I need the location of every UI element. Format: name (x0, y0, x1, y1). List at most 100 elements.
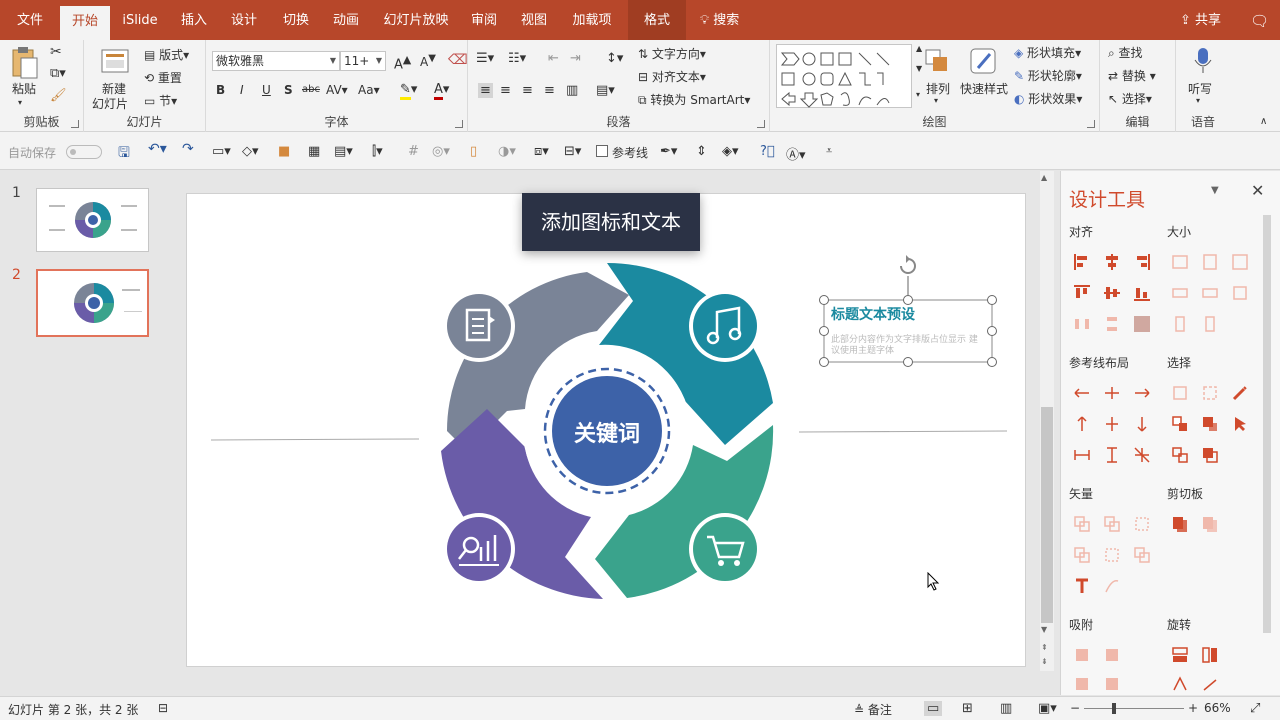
qat-layout-icon[interactable]: ▤▾ (334, 144, 353, 159)
pane-scrollbar[interactable] (1263, 215, 1271, 633)
clipboard-launcher-icon[interactable] (71, 120, 79, 128)
qat-contrast-icon[interactable]: ◑▾ (498, 144, 516, 159)
shape-fill-button[interactable]: ◈ 形状填充▾ (1014, 44, 1081, 61)
vector-path-icon[interactable] (1099, 573, 1123, 597)
tab-format[interactable]: 格式 (628, 0, 686, 40)
slide-thumbnail-1[interactable] (36, 188, 149, 252)
qat-table-icon[interactable]: ▦ (308, 144, 320, 159)
snap-option-4-icon[interactable] (1099, 671, 1123, 695)
snap-option-1-icon[interactable] (1069, 642, 1093, 666)
pane-options-icon[interactable]: ▼ (1211, 185, 1219, 196)
qat-merge-icon[interactable]: ◎▾ (432, 144, 450, 159)
guide-span-v-icon[interactable] (1099, 442, 1123, 466)
qat-crop-icon[interactable]: ⧈▾ (534, 144, 549, 159)
justify-icon[interactable]: ≡ (544, 83, 555, 98)
clipboard-copy-icon[interactable] (1167, 511, 1191, 535)
align-right-icon[interactable]: ≡ (522, 83, 533, 98)
same-height-icon[interactable] (1197, 249, 1221, 273)
qat-grid-icon[interactable]: # (408, 144, 419, 159)
tab-review[interactable]: 审阅 (462, 0, 506, 40)
select-button[interactable]: ↖ 选择▾ (1108, 90, 1152, 107)
italic-icon[interactable]: I (240, 83, 244, 97)
zoom-out-icon[interactable]: − (1070, 701, 1080, 715)
line-spacing-icon[interactable]: ↕▾ (606, 51, 623, 66)
keyword-label[interactable]: 关键词 (569, 416, 645, 448)
guide-span-h-icon[interactable] (1069, 442, 1093, 466)
close-icon[interactable]: ✕ (1251, 181, 1264, 200)
qat-insert-image-icon[interactable]: ▭▾ (212, 144, 231, 159)
new-slide-icon[interactable] (100, 46, 130, 76)
select-cursor-icon[interactable] (1227, 411, 1251, 435)
drawing-launcher-icon[interactable] (1087, 120, 1095, 128)
tab-addins[interactable]: 加载项 (566, 0, 618, 40)
align-text-button[interactable]: ⊟ 对齐文本▾ (638, 68, 706, 85)
shapes-more-icon[interactable]: ▾ (916, 90, 920, 99)
select-same-icon[interactable] (1197, 380, 1221, 404)
new-slide-label-2[interactable]: 幻灯片 (92, 95, 128, 112)
flip-horizontal-icon[interactable] (1197, 642, 1221, 666)
arrange-icon[interactable] (922, 46, 952, 76)
vector-split-icon[interactable] (1129, 542, 1153, 566)
title-preset-text[interactable]: 标题文本预设 (831, 304, 915, 324)
find-button[interactable]: ⌕ 查找 (1108, 44, 1143, 61)
paste-icon[interactable] (10, 46, 38, 80)
save-icon[interactable]: 🖫︎ (118, 142, 130, 166)
change-case-icon[interactable]: Aa▾ (358, 83, 380, 97)
snap-option-2-icon[interactable] (1099, 642, 1123, 666)
qat-eyedropper-icon[interactable]: ✒▾ (660, 144, 677, 159)
slide-canvas[interactable]: 关键词 标题文本预设 此部分内容作为文字排版占位显示 建议使用主题字体 (186, 193, 1026, 667)
decrease-font-icon[interactable]: A▼ (420, 53, 436, 69)
tab-animations[interactable]: 动画 (324, 0, 368, 40)
guide-bottom-icon[interactable] (1129, 411, 1153, 435)
shapes-gallery[interactable] (776, 44, 912, 108)
qat-shapes-icon[interactable]: ◇▾ (242, 144, 259, 159)
rotate-option-3-icon[interactable] (1167, 671, 1191, 695)
guide-center-v-icon[interactable] (1099, 411, 1123, 435)
convert-smartart-button[interactable]: ⧉ 转换为 SmartArt▾ (638, 91, 750, 108)
paste-dropdown-icon[interactable]: ▾ (18, 98, 22, 107)
font-color-icon[interactable]: A▾ (434, 82, 449, 100)
align-right-icon[interactable] (1129, 249, 1153, 273)
align-center-h-icon[interactable] (1099, 249, 1123, 273)
fit-to-window-icon[interactable]: ⤢ (1250, 701, 1260, 716)
guide-left-icon[interactable] (1069, 380, 1093, 404)
snap-option-3-icon[interactable] (1069, 671, 1093, 695)
text-direction-button[interactable]: ⇅ 文字方向▾ (638, 45, 706, 62)
size-option-8-icon[interactable] (1197, 311, 1221, 335)
font-size-combo[interactable]: 11+ ▼ (340, 51, 386, 71)
tab-islide[interactable]: iSlide (116, 0, 164, 40)
tab-slideshow[interactable]: 幻灯片放映 (378, 0, 454, 40)
qat-height-icon[interactable]: ⇕ (696, 144, 707, 159)
select-back-icon[interactable] (1197, 442, 1221, 466)
char-spacing-icon[interactable]: AV▾ (326, 83, 348, 97)
tab-transitions[interactable]: 切换 (274, 0, 318, 40)
align-left-icon[interactable] (1069, 249, 1093, 273)
decrease-indent-icon[interactable]: ⇤ (548, 51, 559, 66)
align-center-icon[interactable]: ≡ (500, 83, 511, 98)
share-button[interactable]: ⇪ 共享 (1180, 0, 1221, 40)
size-option-4-icon[interactable] (1167, 280, 1191, 304)
quick-styles-label[interactable]: 快速样式 (960, 80, 1008, 97)
paste-label[interactable]: 粘贴 (12, 80, 36, 97)
reset-button[interactable]: ⟲ 重置 (144, 69, 182, 86)
vertical-scrollbar[interactable]: ▲ ▼ ⇞ ⇟ (1040, 171, 1054, 671)
guide-right-icon[interactable] (1129, 380, 1153, 404)
zoom-level[interactable]: 66% (1204, 701, 1231, 715)
same-size-icon[interactable] (1227, 249, 1251, 273)
select-similar-icon[interactable] (1167, 380, 1191, 404)
align-grid-icon[interactable] (1129, 311, 1153, 335)
tab-file[interactable]: 文件 (8, 0, 52, 40)
vector-text-icon[interactable] (1069, 573, 1093, 597)
qat-clipboard-icon[interactable]: ▯ (470, 144, 477, 159)
vector-intersect-icon[interactable] (1069, 542, 1093, 566)
numbering-icon[interactable]: ☷▾ (508, 51, 526, 66)
slide-sorter-icon[interactable]: ⊞ (962, 701, 973, 716)
distribute-h-icon[interactable] (1069, 311, 1093, 335)
format-painter-icon[interactable]: 🖌︎ (50, 88, 67, 103)
font-name-combo[interactable]: 微软雅黑 ▼ (212, 51, 340, 71)
qat-fill-icon[interactable]: ◈▾ (722, 144, 739, 159)
slideshow-view-icon[interactable]: ▣▾ (1038, 701, 1057, 716)
clipboard-paste-icon[interactable] (1197, 511, 1221, 535)
qat-font-icon[interactable]: Ⓐ▾ (786, 144, 806, 163)
guide-top-icon[interactable] (1069, 411, 1093, 435)
